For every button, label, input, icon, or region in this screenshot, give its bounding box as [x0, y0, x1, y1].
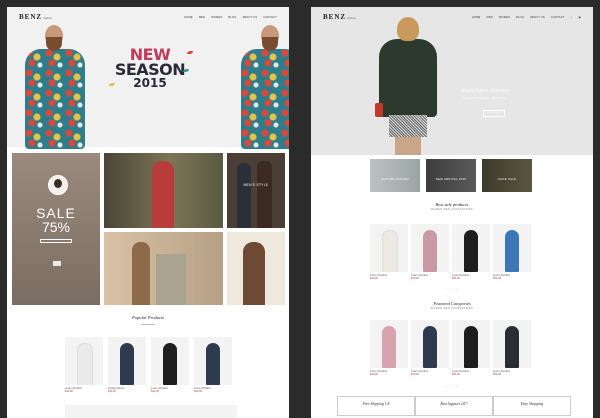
- hero-line-2: SEASON: [114, 60, 186, 79]
- popular-title: Popular Products: [132, 315, 164, 320]
- service-label: Free Shipping US: [362, 402, 390, 406]
- product-card[interactable]: Lorem Product $40.00: [151, 337, 189, 393]
- category-caption: NEW ARRIVAL 2015: [435, 177, 467, 181]
- category-caption: AUTUMN WINTER: [381, 177, 409, 181]
- collection-tile-2[interactable]: MEN'S STYLE: [227, 153, 285, 228]
- menu-item-home[interactable]: HOME: [184, 16, 193, 19]
- hero-banner[interactable]: Waxed Fabric Overshirt New Fashion Colle…: [311, 7, 593, 155]
- next-product-row: [65, 405, 237, 418]
- hero-model: [375, 13, 437, 155]
- avatar: [48, 175, 68, 195]
- tab-men[interactable]: MEN: [443, 308, 450, 310]
- product-price: $40.00: [65, 390, 73, 393]
- button-label: SHOP NOW: [487, 112, 501, 114]
- service-label: Best Support 24/7: [440, 402, 468, 406]
- product-price: $40.00: [493, 277, 501, 280]
- category-caption: HUGE SALE: [497, 177, 517, 181]
- service-box-support: Best Support 24/7: [415, 396, 493, 416]
- hero-model-left: [21, 25, 89, 149]
- best-sale-title: Best sale products: [435, 202, 469, 207]
- product-card[interactable]: Lorem Product $40.00: [493, 320, 531, 376]
- product-card[interactable]: Product Demo $40.00: [108, 337, 146, 393]
- product-price: $40.00: [452, 277, 460, 280]
- pager-dots[interactable]: • • • •: [311, 385, 593, 388]
- hero-banner[interactable]: NEW SEASON 2015: [7, 7, 289, 149]
- search-icon[interactable]: ⌕: [571, 16, 573, 19]
- menu-item-men[interactable]: MEN: [199, 16, 205, 19]
- main-menu: HOME MEN WOMEN BLOG ABOUT US CONTACT: [184, 16, 277, 19]
- product-card[interactable]: Lorem Product $40.00: [370, 320, 408, 376]
- hero-model-right: [237, 25, 289, 149]
- product-price: $40.00: [194, 390, 202, 393]
- product-price: $40.00: [452, 373, 460, 376]
- cart-icon[interactable]: ▣: [578, 16, 581, 19]
- tile-caption: MEN'S STYLE: [243, 183, 269, 187]
- product-price: $40.00: [151, 390, 159, 393]
- menu-item-home[interactable]: HOME: [472, 16, 481, 19]
- service-box-shopping: Easy Shopping: [493, 396, 571, 416]
- hero-headline: NEW SEASON 2015: [105, 47, 195, 90]
- menu-item-contact[interactable]: CONTACT: [551, 16, 565, 19]
- product-price: $40.00: [370, 277, 378, 280]
- product-price: $40.00: [493, 373, 501, 376]
- tab-accessories[interactable]: ACCESSORIES: [451, 209, 473, 211]
- menu-item-about[interactable]: ABOUT US: [242, 16, 257, 19]
- logo-sub: fashion: [43, 16, 52, 20]
- collection-tile-4[interactable]: [227, 232, 285, 305]
- right-page-screenshot: Waxed Fabric Overshirt New Fashion Colle…: [311, 7, 593, 418]
- product-price: $40.00: [411, 277, 419, 280]
- product-card[interactable]: Lorem Product $40.00: [194, 337, 232, 393]
- tab-accessories[interactable]: ACCESSORIES: [451, 308, 473, 310]
- menu-item-contact[interactable]: CONTACT: [263, 16, 277, 19]
- product-card[interactable]: Lorem Product $40.00: [411, 320, 449, 376]
- menu-item-about[interactable]: ABOUT US: [530, 16, 545, 19]
- sale-bar: [40, 239, 72, 243]
- hero-title: Waxed Fabric Overshirt: [461, 89, 510, 94]
- sale-percent: 75%: [41, 219, 71, 235]
- featured-title: Featured Categories: [433, 301, 471, 306]
- pager-dots[interactable]: • • • •: [311, 288, 593, 291]
- square-icon: [53, 261, 61, 266]
- menu-item-blog[interactable]: BLOG: [228, 16, 236, 19]
- main-menu: HOME MEN WOMEN BLOG ABOUT US CONTACT ⌕ ▣: [472, 16, 581, 19]
- site-logo[interactable]: BENZfashion: [323, 13, 356, 21]
- top-nav: BENZfashion HOME MEN WOMEN BLOG ABOUT US…: [7, 7, 289, 27]
- product-price: $40.00: [108, 390, 116, 393]
- menu-item-men[interactable]: MEN: [487, 16, 493, 19]
- shop-now-button[interactable]: SHOP NOW: [483, 110, 505, 117]
- logo-sub: fashion: [347, 16, 356, 20]
- service-label: Easy Shopping: [520, 402, 544, 406]
- product-card[interactable]: Lorem Product $40.00: [370, 224, 408, 280]
- tab-women[interactable]: WOMEN: [431, 308, 443, 310]
- menu-item-blog[interactable]: BLOG: [516, 16, 524, 19]
- collection-tile-1[interactable]: [104, 153, 223, 228]
- product-card[interactable]: Lorem Product $40.00: [65, 337, 103, 393]
- menu-item-women[interactable]: WOMEN: [211, 16, 222, 19]
- product-card[interactable]: Lorem Product $40.00: [452, 320, 490, 376]
- site-logo[interactable]: BENZfashion: [19, 13, 52, 21]
- product-card[interactable]: Lorem Product $40.00: [493, 224, 531, 280]
- logo-text: BENZ: [323, 13, 347, 21]
- divider: [141, 324, 155, 325]
- logo-text: BENZ: [19, 13, 43, 21]
- category-tile-sale[interactable]: HUGE SALE: [482, 159, 532, 192]
- category-tile-new-arrival[interactable]: NEW ARRIVAL 2015: [426, 159, 476, 192]
- tab-women[interactable]: WOMEN: [431, 209, 443, 211]
- top-nav: BENZfashion HOME MEN WOMEN BLOG ABOUT US…: [311, 7, 593, 27]
- hero-subtitle: New Fashion Collection · Shop Online: [463, 97, 506, 100]
- category-tile-autumn[interactable]: AUTUMN WINTER: [370, 159, 420, 192]
- left-page-screenshot: NEW SEASON 2015 BENZfashion HOME MEN WOM…: [7, 7, 289, 418]
- menu-item-women[interactable]: WOMEN: [499, 16, 510, 19]
- service-box-shipping: Free Shipping US: [337, 396, 415, 416]
- product-card[interactable]: Lorem Product $40.00: [411, 224, 449, 280]
- collection-tile-3[interactable]: [104, 232, 223, 305]
- featured-tabs: WOMEN MEN ACCESSORIES: [311, 308, 593, 310]
- product-card[interactable]: Lorem Product $40.00: [452, 224, 490, 280]
- best-sale-tabs: WOMEN MEN ACCESSORIES: [311, 209, 593, 211]
- sale-banner[interactable]: SALE 75%: [12, 153, 100, 305]
- product-price: $40.00: [411, 373, 419, 376]
- product-price: $40.00: [370, 373, 378, 376]
- tab-men[interactable]: MEN: [443, 209, 450, 211]
